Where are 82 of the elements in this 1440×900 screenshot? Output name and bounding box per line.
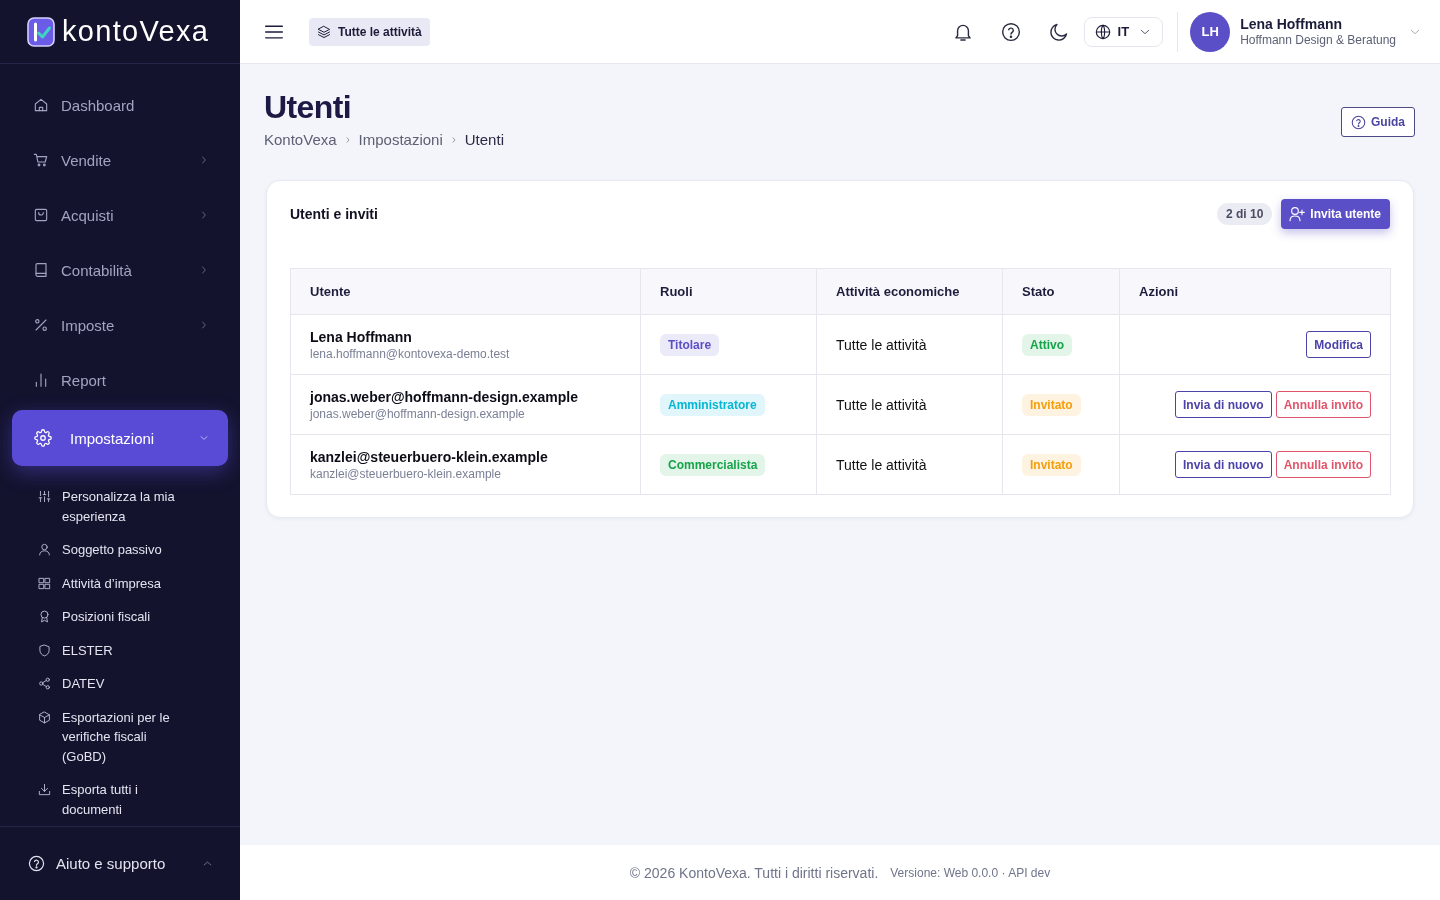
moon-icon[interactable]: [1048, 21, 1069, 42]
action-button[interactable]: Annulla invito: [1275, 451, 1371, 478]
layers-icon: [317, 24, 331, 39]
help-icon: [28, 855, 45, 872]
sidebar-item[interactable]: Report: [12, 355, 228, 405]
role-badge: Amministratore: [660, 393, 765, 416]
breadcrumb-current: Utenti: [464, 130, 504, 150]
card-title: Utenti e inviti: [290, 206, 378, 222]
submenu-item[interactable]: Soggetto passivo: [38, 540, 228, 560]
user-name: kanzlei@steuerbuero-klein.example: [310, 448, 549, 465]
table-cell: Tutte le attività: [816, 314, 1003, 375]
submenu-item[interactable]: ELSTER: [38, 640, 228, 660]
status-badge: Attivo: [1022, 333, 1072, 356]
breadcrumb-link[interactable]: KontoVexa: [264, 130, 337, 150]
shopping-bag-icon: [33, 207, 49, 223]
status-badge: Invitato: [1022, 453, 1081, 476]
avatar[interactable]: LH: [1190, 11, 1231, 52]
logo-icon: [27, 16, 55, 47]
submenu-item[interactable]: Posizioni fiscali: [38, 607, 228, 627]
sidebar-item[interactable]: Imposte: [12, 300, 228, 350]
column-header: Stato: [1002, 268, 1120, 315]
submenu-item[interactable]: Esportazioni per le verifiche fiscali (GoBD): [38, 707, 228, 766]
settings-icon: [34, 429, 52, 447]
copyright-text: © 2026 KontoVexa. Tutti i diritti riservati.: [629, 864, 879, 881]
help-icon: [1351, 114, 1366, 130]
sliders-icon: [38, 490, 51, 503]
sidebar-item[interactable]: Acquisti: [12, 190, 228, 240]
user-name: Lena Hoffmann: [310, 328, 413, 345]
status-badge: Invitato: [1022, 393, 1081, 416]
table-cell: Tutte le attività: [816, 374, 1003, 435]
user-name: Lena Hoffmann: [1240, 16, 1343, 32]
action-button[interactable]: Invia di nuovo: [1175, 451, 1272, 478]
user-email: kanzlei@steuerbuero-klein.example: [310, 466, 502, 481]
user-email: jonas.weber@hoffmann-design.example: [310, 406, 526, 421]
action-button[interactable]: Invia di nuovo: [1175, 391, 1272, 418]
book-icon: [33, 262, 49, 278]
business-scope-button[interactable]: Tutte le attività: [309, 17, 430, 46]
award-icon: [38, 610, 51, 623]
action-button[interactable]: Modifica: [1306, 331, 1371, 358]
breadcrumb-link[interactable]: Impostazioni: [358, 130, 443, 150]
cart-icon: [33, 152, 49, 168]
globe-icon: [1094, 23, 1111, 40]
column-header: Ruoli: [640, 268, 817, 315]
sidebar-item[interactable]: Contabilità: [12, 245, 228, 295]
version-text: Versione: Web 0.0.0 · API dev: [890, 865, 1051, 880]
submenu-item[interactable]: Personalizza la mia esperienza: [38, 487, 228, 526]
sidebar-item[interactable]: Vendite: [12, 135, 228, 185]
box-icon: [38, 710, 51, 724]
page-title: Utenti: [264, 88, 353, 126]
user-email: lena.hoffmann@kontovexa-demo.test: [310, 346, 511, 361]
company-name: Hoffmann Design & Beratung: [1240, 33, 1396, 47]
grid-icon: [38, 576, 51, 590]
logo-text: kontoVexa: [62, 17, 210, 46]
download-icon: [38, 783, 51, 796]
bar-chart-icon: [33, 372, 49, 388]
action-button[interactable]: Annulla invito: [1275, 391, 1371, 418]
user-count-badge: 2 di 10: [1216, 203, 1273, 225]
submenu-item[interactable]: DATEV: [38, 674, 228, 694]
submenu-item[interactable]: Attività d’impresa: [38, 573, 228, 593]
shield-icon: [38, 643, 51, 657]
chevron-up-icon: [203, 859, 212, 868]
column-header: Azioni: [1119, 268, 1391, 315]
user-name: jonas.weber@hoffmann-design.example: [310, 388, 580, 405]
user-plus-icon: [1289, 206, 1306, 222]
sidebar-item[interactable]: Impostazioni: [12, 410, 228, 466]
sidebar-item[interactable]: Dashboard: [12, 80, 228, 130]
percent-icon: [33, 317, 49, 333]
help-icon[interactable]: [1000, 21, 1021, 42]
role-badge: Commercialista: [660, 453, 766, 476]
chevron-right-icon: [344, 136, 351, 144]
share-icon: [38, 677, 51, 690]
role-badge: Titolare: [660, 333, 720, 356]
table-cell: Tutte le attività: [816, 434, 1003, 495]
home-icon: [33, 97, 49, 113]
invite-user-button[interactable]: Invita utente: [1281, 199, 1390, 229]
language-select[interactable]: IT: [1083, 16, 1164, 47]
column-header: Attività economiche: [816, 268, 1003, 315]
column-header: Utente: [290, 268, 641, 315]
chevron-right-icon: [450, 136, 457, 144]
guide-button[interactable]: Guida: [1341, 107, 1415, 137]
user-icon: [38, 543, 51, 556]
submenu-item[interactable]: Esporta tutti i documenti: [38, 780, 228, 819]
